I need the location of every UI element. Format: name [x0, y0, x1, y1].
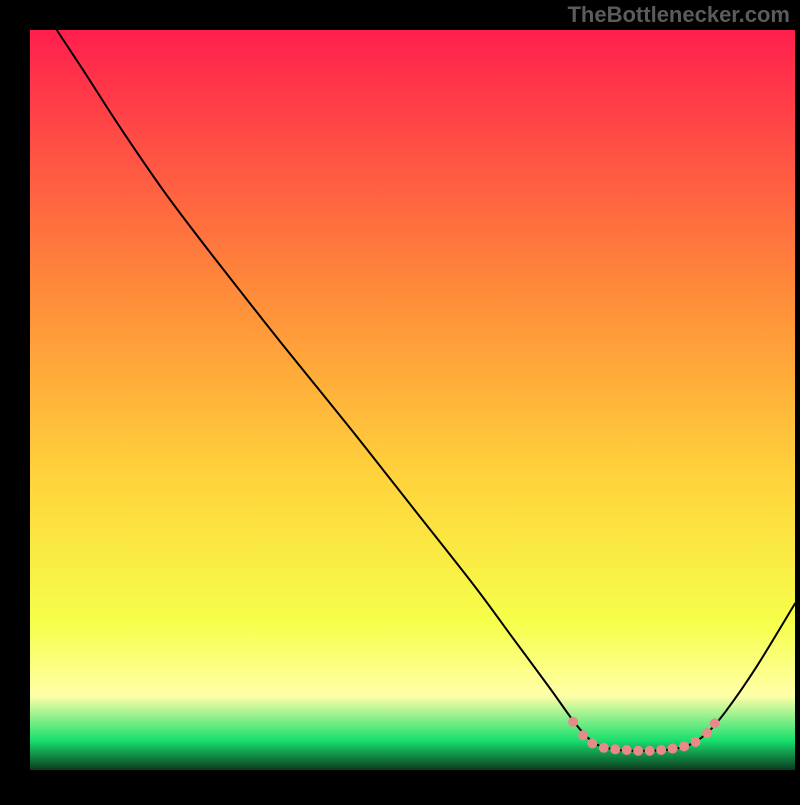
marker-dot [710, 718, 720, 728]
marker-dot [679, 741, 689, 751]
watermark-text: TheBottlenecker.com [567, 2, 790, 28]
marker-dot [587, 738, 597, 748]
marker-dot [691, 737, 701, 747]
marker-dot [668, 744, 678, 754]
plot-gradient-background [30, 30, 795, 770]
marker-dot [656, 745, 666, 755]
bottleneck-chart: TheBottlenecker.com [0, 0, 800, 800]
marker-dot [633, 746, 643, 756]
marker-dot [645, 746, 655, 756]
marker-dot [622, 745, 632, 755]
marker-dot [568, 717, 578, 727]
chart-svg [0, 0, 800, 800]
marker-dot [578, 730, 588, 740]
marker-dot [599, 743, 609, 753]
marker-dot [702, 728, 712, 738]
marker-dot [610, 744, 620, 754]
